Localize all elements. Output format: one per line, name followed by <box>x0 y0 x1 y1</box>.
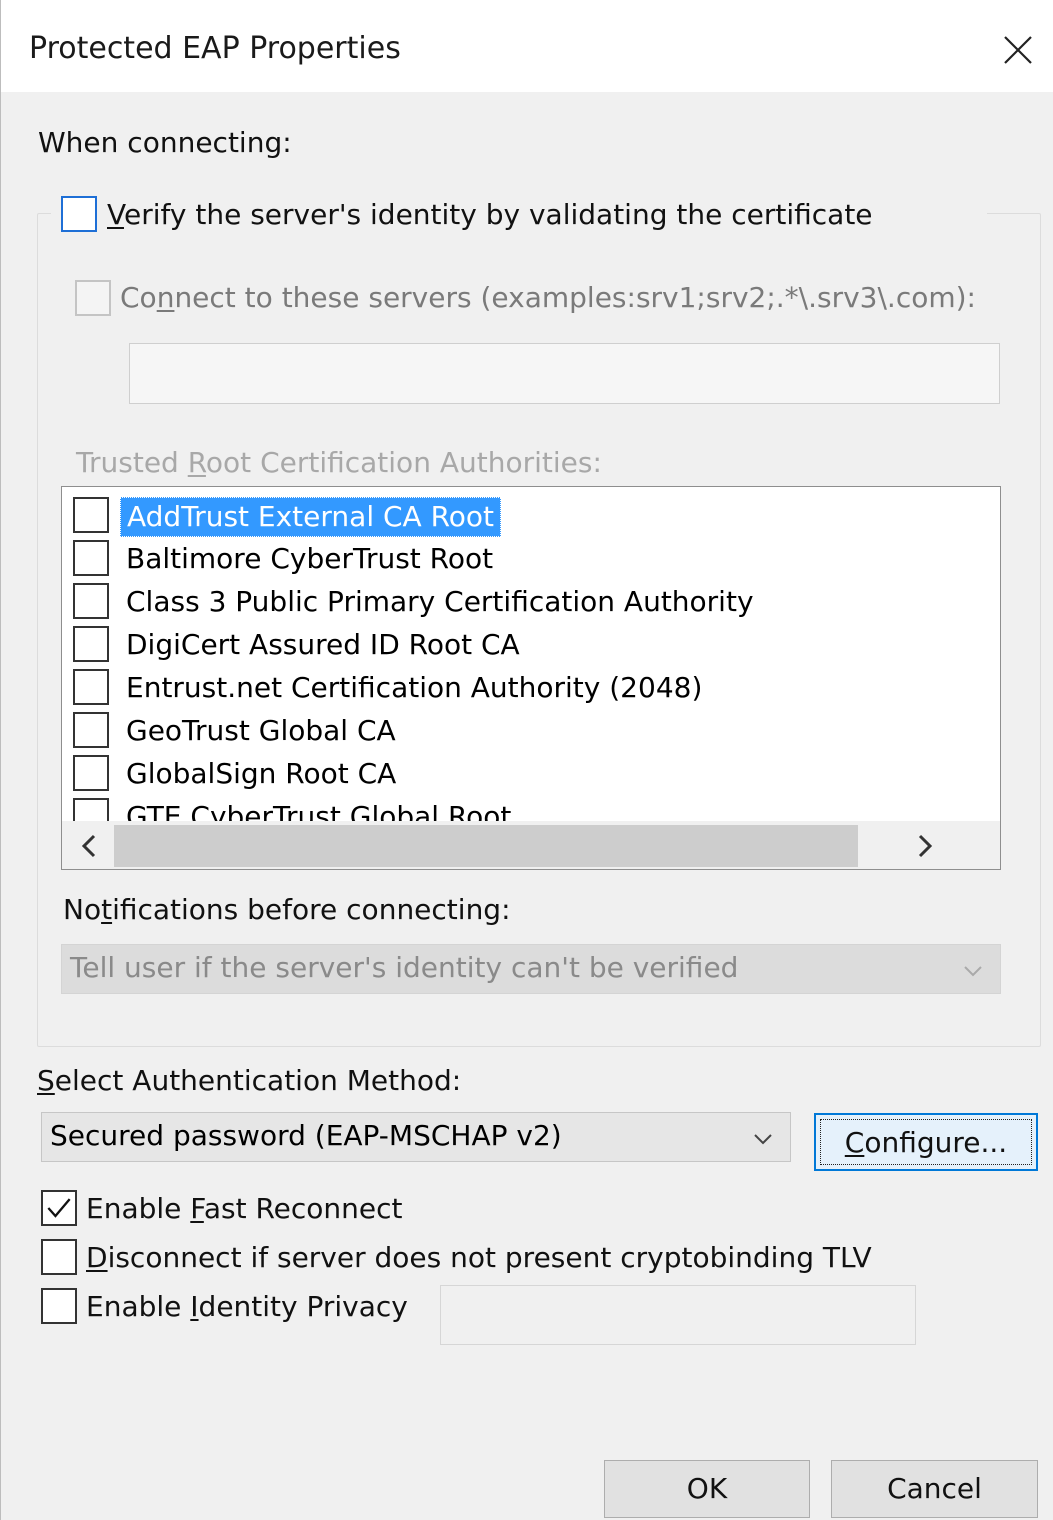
fast-reconnect-checkbox[interactable] <box>41 1190 77 1226</box>
notifications-select[interactable]: Tell user if the server's identity can't… <box>61 944 1001 994</box>
trusted-root-label: AddTrust External CA Root <box>120 497 502 537</box>
trusted-root-label: Class 3 Public Primary Certification Aut… <box>126 585 754 618</box>
chevron-down-icon <box>964 966 982 977</box>
servers-input[interactable] <box>129 343 1000 404</box>
cancel-button[interactable]: Cancel <box>831 1460 1038 1518</box>
verify-identity-checkbox[interactable] <box>61 196 97 232</box>
trusted-root-item[interactable]: GeoTrust Global CA <box>62 708 942 751</box>
notifications-label: Notifications before connecting: <box>63 893 511 926</box>
connect-servers-label[interactable]: Connect to these servers (examples:srv1;… <box>120 281 976 314</box>
trusted-root-checkbox[interactable] <box>73 669 109 705</box>
trusted-root-item[interactable]: DigiCert Assured ID Root CA <box>62 622 942 665</box>
verify-identity-label[interactable]: Verify the server's identity by validati… <box>107 198 873 231</box>
identity-privacy-label[interactable]: Enable Identity Privacy <box>86 1290 408 1323</box>
trusted-root-label: Baltimore CyberTrust Root <box>126 542 494 575</box>
close-button[interactable] <box>996 28 1040 72</box>
trusted-root-item[interactable]: Class 3 Public Primary Certification Aut… <box>62 579 942 622</box>
notifications-select-value: Tell user if the server's identity can't… <box>70 951 739 984</box>
disconnect-tlv-checkbox[interactable] <box>41 1239 77 1275</box>
trusted-root-item[interactable]: Entrust.net Certification Authority (204… <box>62 665 942 708</box>
horizontal-scroll-thumb[interactable] <box>114 825 858 867</box>
trusted-root-checkbox[interactable] <box>73 583 109 619</box>
trusted-root-item[interactable]: AddTrust External CA Root <box>62 493 942 537</box>
trusted-root-label: DigiCert Assured ID Root CA <box>126 628 520 661</box>
ok-button[interactable]: OK <box>604 1460 810 1518</box>
checkmark-icon <box>47 1198 71 1218</box>
chevron-right-icon <box>918 834 933 858</box>
trusted-root-checkbox[interactable] <box>73 540 109 576</box>
trusted-root-item[interactable]: Baltimore CyberTrust Root <box>62 536 942 579</box>
chevron-down-icon <box>754 1134 772 1145</box>
horizontal-scrollbar[interactable] <box>62 821 1000 869</box>
scroll-left-button[interactable] <box>70 826 110 866</box>
trusted-roots-label: Trusted Root Certification Authorities: <box>76 446 602 479</box>
trusted-root-label: GeoTrust Global CA <box>126 714 396 747</box>
trusted-root-label: GlobalSign Root CA <box>126 757 397 790</box>
auth-method-select-value: Secured password (EAP-MSCHAP v2) <box>50 1119 562 1152</box>
connect-servers-checkbox[interactable] <box>75 280 111 316</box>
close-icon <box>1004 36 1032 64</box>
window-title: Protected EAP Properties <box>29 31 401 66</box>
trusted-root-checkbox[interactable] <box>73 712 109 748</box>
trusted-root-checkbox[interactable] <box>73 497 109 533</box>
peap-properties-dialog: Protected EAP Properties When connecting… <box>0 0 1053 1520</box>
auth-method-select[interactable]: Secured password (EAP-MSCHAP v2) <box>41 1112 791 1162</box>
trusted-roots-list[interactable]: AddTrust External CA Root Baltimore Cyber… <box>61 486 1001 870</box>
trusted-root-checkbox[interactable] <box>73 626 109 662</box>
identity-privacy-input[interactable] <box>440 1285 916 1345</box>
title-bar: Protected EAP Properties <box>1 0 1053 92</box>
trusted-root-checkbox[interactable] <box>73 755 109 791</box>
when-connecting-label: When connecting: <box>38 126 292 159</box>
auth-method-label: Select Authentication Method: <box>37 1064 462 1097</box>
fast-reconnect-label[interactable]: Enable Fast Reconnect <box>86 1192 403 1225</box>
chevron-left-icon <box>81 834 96 858</box>
trusted-root-item[interactable]: GlobalSign Root CA <box>62 751 942 794</box>
disconnect-tlv-label[interactable]: Disconnect if server does not present cr… <box>86 1241 872 1274</box>
scroll-right-button[interactable] <box>904 826 944 866</box>
configure-button[interactable]: Configure... <box>814 1113 1038 1171</box>
identity-privacy-checkbox[interactable] <box>41 1288 77 1324</box>
trusted-root-label: Entrust.net Certification Authority (204… <box>126 671 703 704</box>
